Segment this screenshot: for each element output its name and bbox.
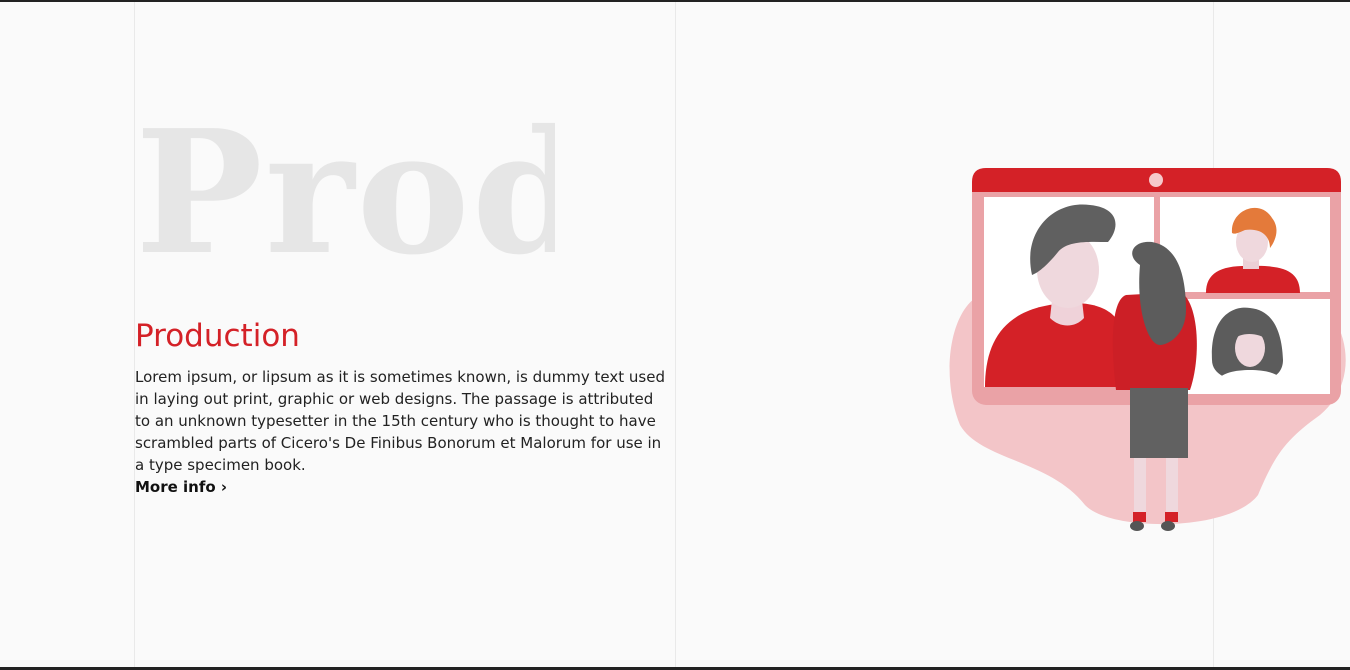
section-description: Lorem ipsum, or lipsum as it is sometime… [135, 368, 665, 474]
grid-line [675, 2, 676, 667]
video-conference-illustration [949, 168, 1346, 531]
section-title: Production [135, 318, 300, 354]
more-info-link[interactable]: More info › [135, 476, 227, 498]
background-word: Prod [135, 108, 555, 278]
webcam-icon [1149, 173, 1163, 187]
